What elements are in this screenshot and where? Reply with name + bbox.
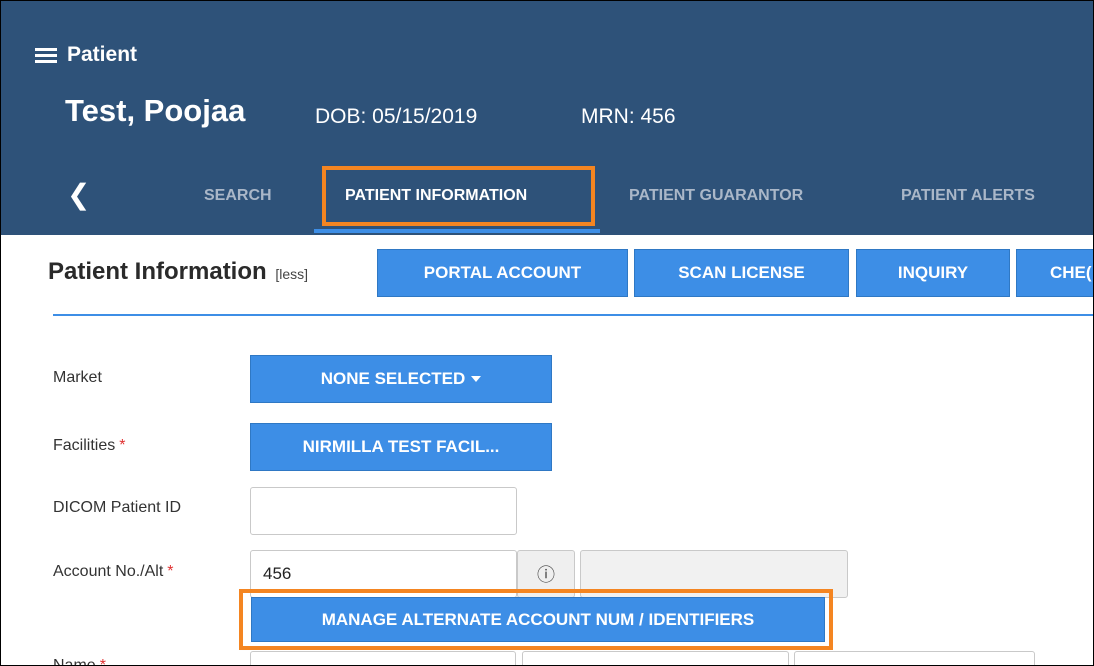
market-select[interactable]: NONE SELECTED xyxy=(250,355,552,403)
facilities-label: Facilities * xyxy=(53,437,126,454)
last-name-input[interactable] xyxy=(794,651,1035,665)
required-marker: * xyxy=(119,437,126,454)
app-title[interactable]: Patient xyxy=(35,43,137,67)
inquiry-button[interactable]: INQUIRY xyxy=(856,249,1010,297)
tab-patient-alerts[interactable]: PATIENT ALERTS xyxy=(901,187,1035,205)
required-marker: * xyxy=(167,563,174,580)
name-label: Name * xyxy=(53,657,106,666)
facilities-select[interactable]: NIRMILLA TEST FACIL... xyxy=(250,423,552,471)
portal-account-button[interactable]: PORTAL ACCOUNT xyxy=(377,249,628,297)
highlight-box-manage xyxy=(239,589,833,650)
account-number-label: Account No./Alt * xyxy=(53,563,174,580)
dicom-patient-id-input[interactable] xyxy=(250,487,517,535)
patient-dob: DOB: 05/15/2019 xyxy=(315,105,478,128)
active-tab-indicator xyxy=(314,229,600,233)
app-title-label: Patient xyxy=(67,43,138,66)
dicom-patient-id-label: DICOM Patient ID xyxy=(53,499,182,516)
section-title: Patient Information [less] xyxy=(48,258,308,286)
middle-name-input[interactable] xyxy=(522,651,789,665)
hamburger-menu-icon[interactable] xyxy=(35,47,57,63)
section-title-text: Patient Information xyxy=(48,258,267,285)
patient-header: Patient Test, Poojaa DOB: 05/15/2019 MRN… xyxy=(1,1,1093,235)
required-marker: * xyxy=(99,657,106,666)
chevron-left-icon[interactable]: ❮ xyxy=(67,181,90,209)
market-label: Market xyxy=(53,369,102,386)
tab-search[interactable]: SEARCH xyxy=(204,187,272,205)
tab-patient-guarantor[interactable]: PATIENT GUARANTOR xyxy=(629,187,803,205)
check-button[interactable]: CHE( xyxy=(1016,249,1093,297)
scan-license-button[interactable]: SCAN LICENSE xyxy=(634,249,849,297)
section-divider xyxy=(53,314,1093,316)
highlight-box-tab xyxy=(322,166,595,226)
app-window: Patient Test, Poojaa DOB: 05/15/2019 MRN… xyxy=(0,0,1094,666)
facilities-select-value: NIRMILLA TEST FACIL... xyxy=(302,437,500,456)
market-select-value: NONE SELECTED xyxy=(320,369,466,388)
caret-down-icon xyxy=(471,376,482,382)
patient-name: Test, Poojaa xyxy=(65,93,246,128)
patient-mrn: MRN: 456 xyxy=(581,105,676,128)
less-link[interactable]: [less] xyxy=(275,266,308,282)
first-name-input[interactable] xyxy=(250,651,516,665)
